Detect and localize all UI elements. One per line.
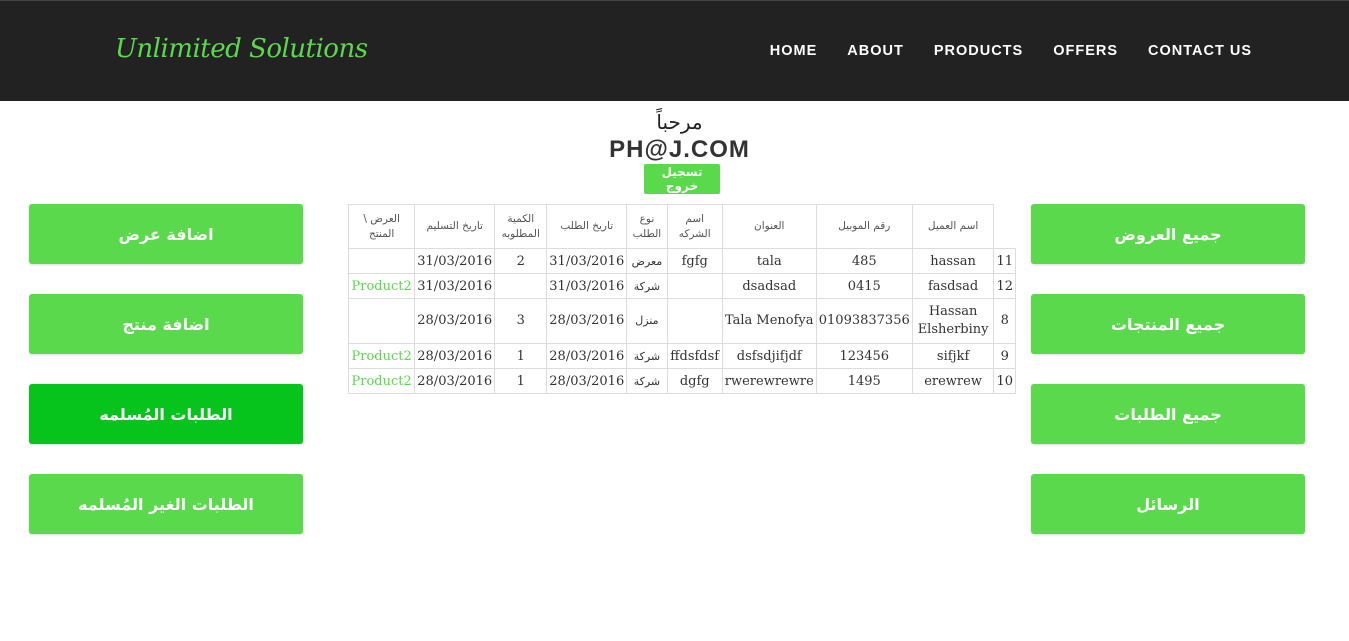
cell-order-date: 28/03/2016 (546, 343, 628, 369)
cell-mobile: 123456 (815, 343, 913, 369)
cell-delivery-date: 31/03/2016 (414, 248, 496, 274)
header-order-date: تاريخ الطلب (546, 204, 628, 249)
logout-button[interactable]: تسجيل خروج (644, 164, 720, 194)
nav-links: HOME ABOUT PRODUCTS OFFERS CONTACT US (740, 43, 1252, 59)
nav-link-products[interactable]: PRODUCTS (934, 43, 1023, 59)
brand-logo[interactable]: Unlimited Solutions (115, 34, 368, 64)
add-product-button[interactable]: اضافة منتج (29, 294, 303, 354)
header-company: اسم الشركه (666, 204, 723, 249)
cell-client: hassan (911, 248, 995, 274)
cell-order-type: شركة (626, 343, 668, 369)
cell-quantity: 1 (494, 343, 548, 369)
all-products-button[interactable]: جميع المنتجات (1031, 294, 1305, 354)
cell-order-date: 31/03/2016 (546, 248, 628, 274)
cell-mobile: 485 (815, 248, 913, 274)
nav-link-home[interactable]: HOME (770, 43, 818, 59)
cell-quantity: 1 (494, 368, 548, 394)
cell-company: fgfg (666, 248, 723, 274)
orders-table: العرض \ المنتج تاريخ التسليم الكمية المط… (347, 204, 1016, 394)
cell-quantity (494, 273, 548, 299)
cell-delivery-date: 28/03/2016 (414, 298, 496, 344)
cell-address: Tala Menofya (721, 298, 817, 344)
header-mobile: رقم الموبيل (815, 204, 913, 249)
cell-company (666, 273, 723, 299)
cell-id: 11 (993, 248, 1016, 274)
cell-id: 12 (993, 273, 1016, 299)
cell-offer-product[interactable]: Product2 (347, 343, 416, 369)
all-offers-button[interactable]: جميع العروض (1031, 204, 1305, 264)
all-orders-button[interactable]: جميع الطلبات (1031, 384, 1305, 444)
cell-order-type: شركة (626, 273, 668, 299)
header-client: اسم العميل (911, 204, 995, 249)
cell-offer-product[interactable] (347, 298, 416, 344)
navbar: Unlimited Solutions HOME ABOUT PRODUCTS … (0, 0, 1349, 101)
cell-mobile: 0415 (815, 273, 913, 299)
table-row[interactable]: Product2 28/03/2016 1 28/03/2016 شركة dg… (347, 368, 1016, 394)
cell-offer-product[interactable]: Product2 (347, 273, 416, 299)
cell-mobile: 01093837356 (815, 298, 913, 344)
cell-client: sifjkf (911, 343, 995, 369)
header-quantity: الكمية المطلوبه (494, 204, 548, 249)
cell-id: 8 (993, 298, 1016, 344)
cell-order-type: معرض (626, 248, 668, 274)
nav-link-about[interactable]: ABOUT (847, 43, 904, 59)
cell-quantity: 2 (494, 248, 548, 274)
cell-client: Hassan Elsherbiny (911, 298, 995, 344)
cell-company (666, 298, 723, 344)
cell-order-date: 31/03/2016 (546, 273, 628, 299)
messages-button[interactable]: الرسائل (1031, 474, 1305, 534)
table-row[interactable]: 31/03/2016 2 31/03/2016 معرض fgfg tala 4… (347, 248, 1016, 274)
cell-address: rwerewrewre (721, 368, 817, 394)
header-id (993, 204, 1016, 249)
header-offer-product: العرض \ المنتج (347, 204, 416, 249)
header-address: العنوان (721, 204, 817, 249)
cell-order-type: شركة (626, 368, 668, 394)
cell-id: 10 (993, 368, 1016, 394)
nav-link-offers[interactable]: OFFERS (1053, 43, 1118, 59)
cell-offer-product[interactable]: Product2 (347, 368, 416, 394)
undelivered-orders-button[interactable]: الطلبات الغير المُسلمه (29, 474, 303, 534)
cell-offer-product[interactable] (347, 248, 416, 274)
cell-address: dsfsdjifjdf (721, 343, 817, 369)
table-row[interactable]: 28/03/2016 3 28/03/2016 منزل Tala Menofy… (347, 298, 1016, 344)
header-delivery-date: تاريخ التسليم (414, 204, 496, 249)
header-order-type: نوع الطلب (626, 204, 668, 249)
table-row[interactable]: Product2 31/03/2016 31/03/2016 شركة dsad… (347, 273, 1016, 299)
cell-delivery-date: 31/03/2016 (414, 273, 496, 299)
cell-address: tala (721, 248, 817, 274)
cell-address: dsadsad (721, 273, 817, 299)
user-email: PH@J.COM (609, 136, 750, 163)
welcome-greeting: مرحباً (656, 110, 703, 134)
cell-delivery-date: 28/03/2016 (414, 343, 496, 369)
cell-company: dgfg (666, 368, 723, 394)
add-offer-button[interactable]: اضافة عرض (29, 204, 303, 264)
cell-company: ffdsfdsf (666, 343, 723, 369)
cell-order-date: 28/03/2016 (546, 298, 628, 344)
delivered-orders-button[interactable]: الطلبات المُسلمه (29, 384, 303, 444)
cell-client: erewrew (911, 368, 995, 394)
cell-order-type: منزل (626, 298, 668, 344)
table-header-row: العرض \ المنتج تاريخ التسليم الكمية المط… (347, 204, 1016, 249)
cell-mobile: 1495 (815, 368, 913, 394)
cell-quantity: 3 (494, 298, 548, 344)
cell-id: 9 (993, 343, 1016, 369)
nav-link-contact[interactable]: CONTACT US (1148, 43, 1252, 59)
cell-client: fasdsad (911, 273, 995, 299)
cell-order-date: 28/03/2016 (546, 368, 628, 394)
cell-delivery-date: 28/03/2016 (414, 368, 496, 394)
table-row[interactable]: Product2 28/03/2016 1 28/03/2016 شركة ff… (347, 343, 1016, 369)
